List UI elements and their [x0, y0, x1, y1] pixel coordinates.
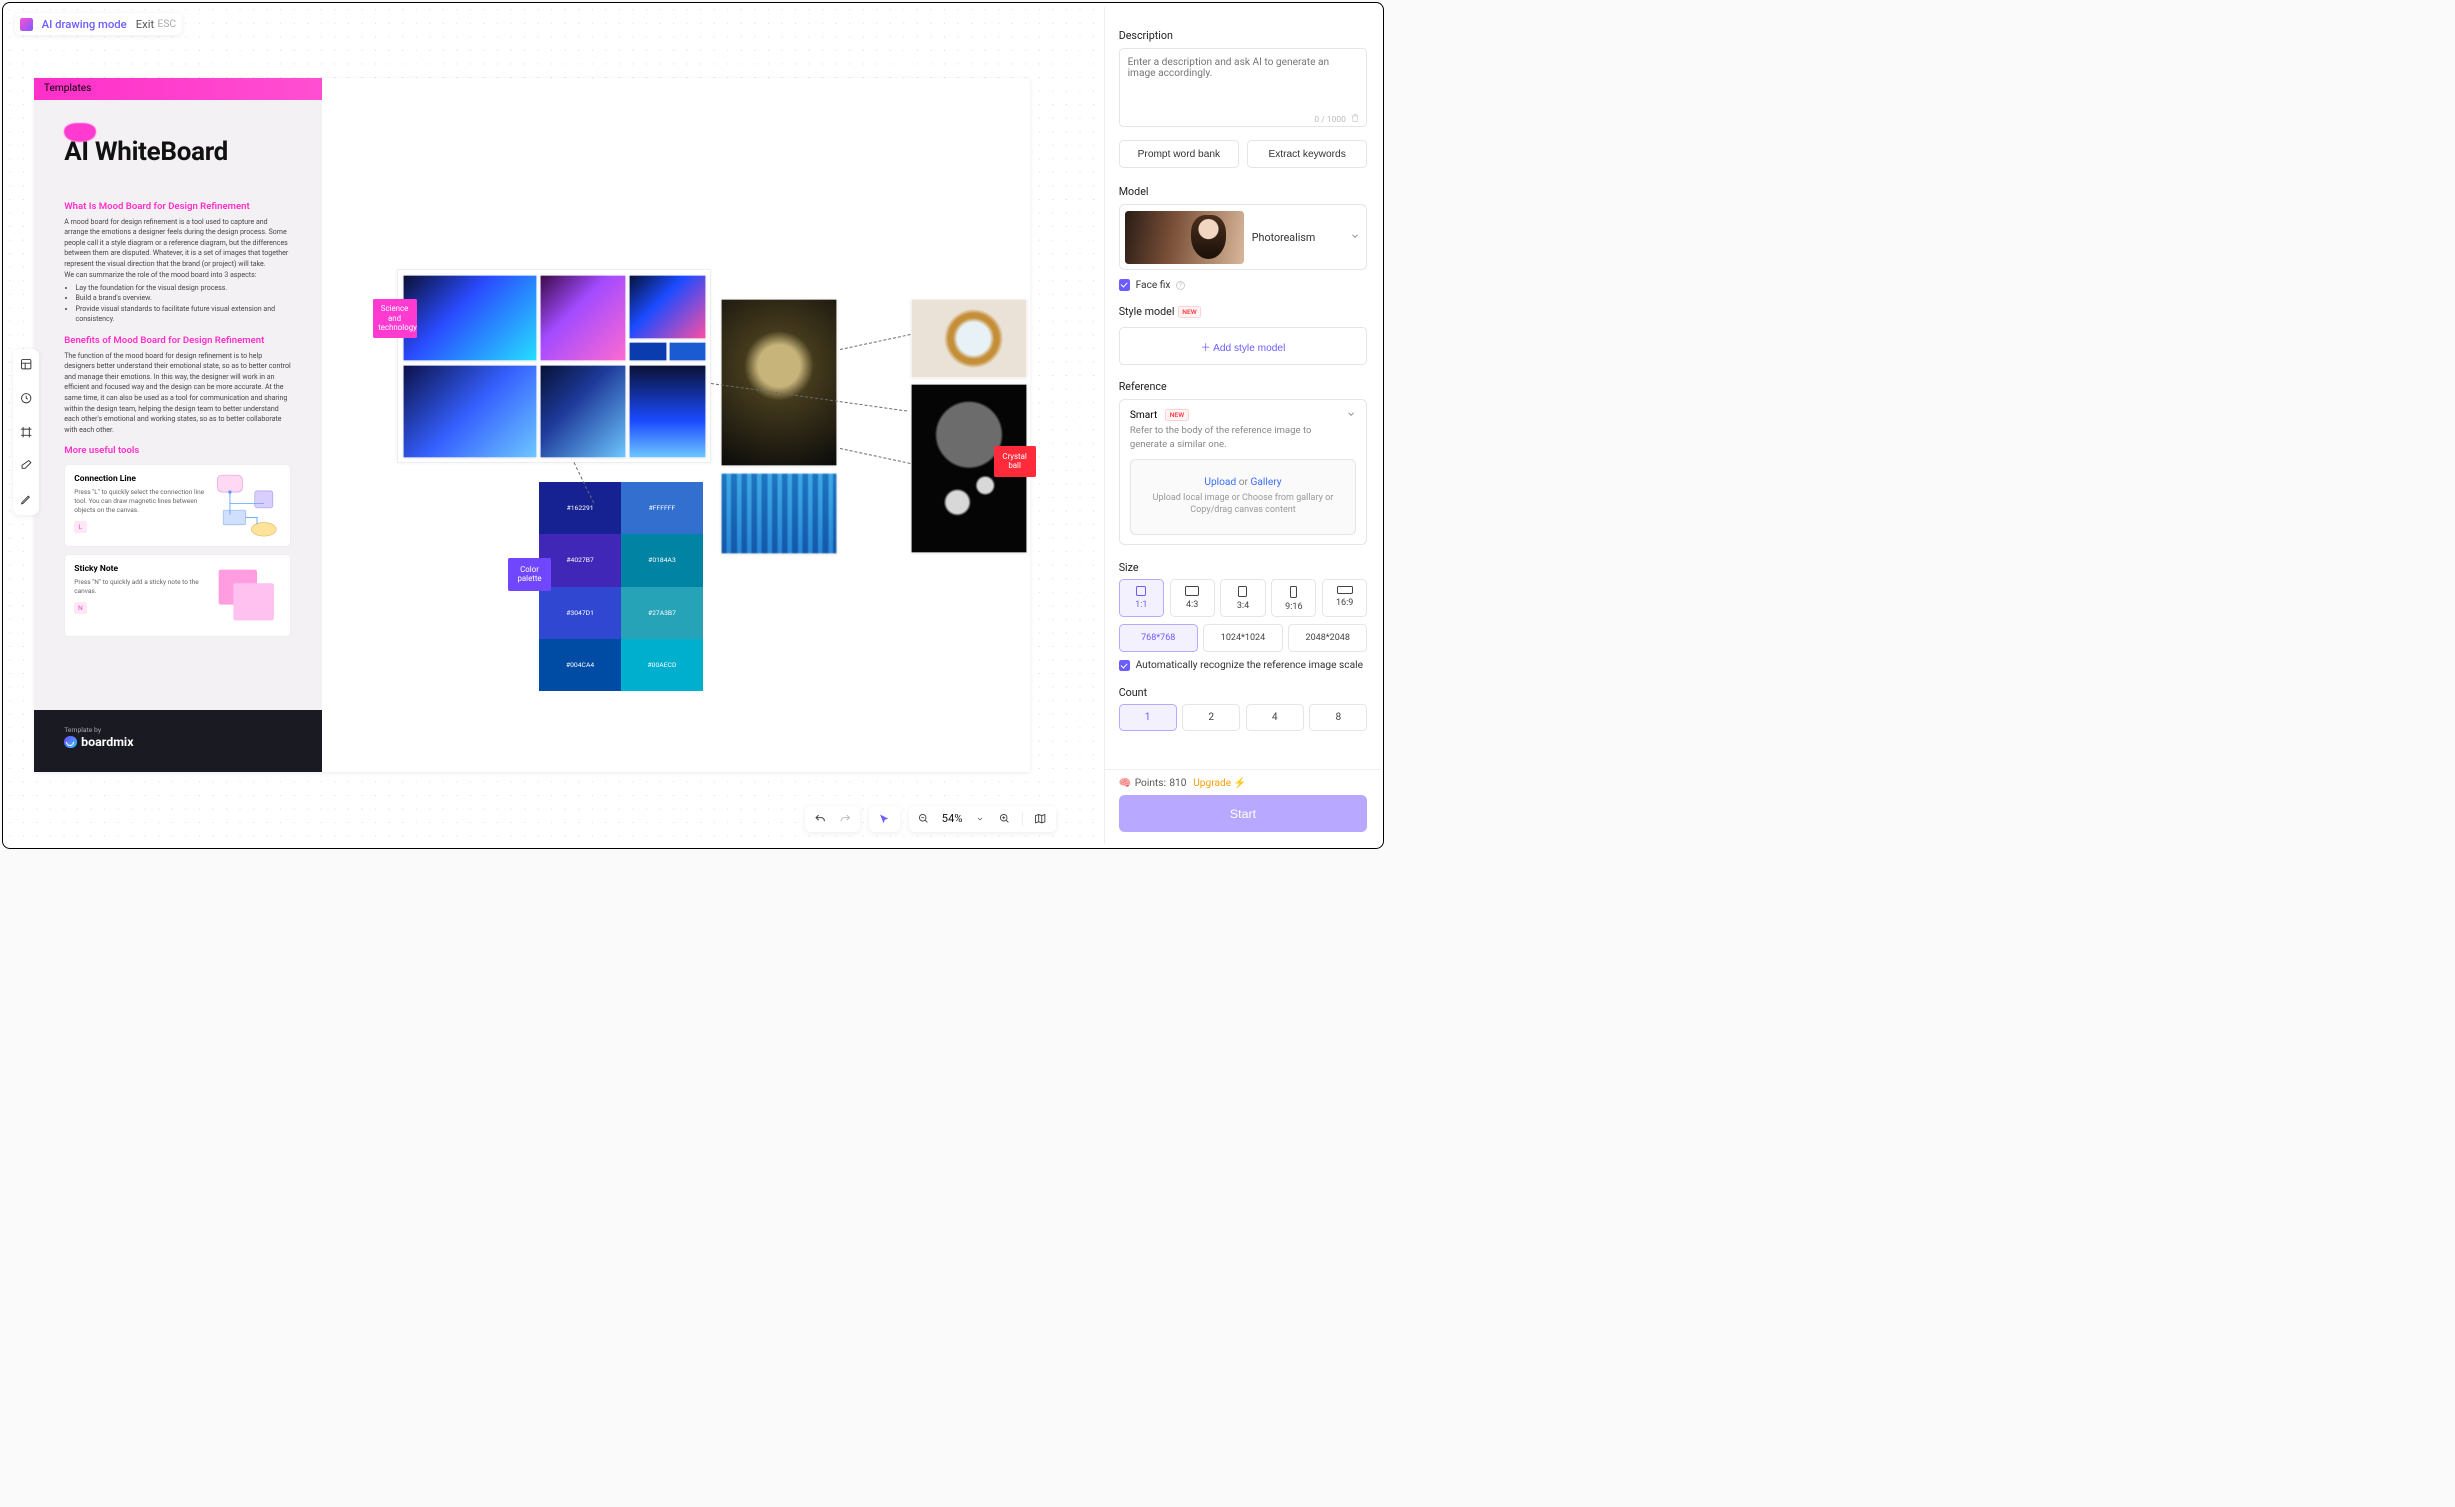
swatch[interactable]: #3047D1 [539, 587, 621, 639]
auto-scale-checkbox[interactable] [1119, 660, 1130, 671]
char-counter: 0 / 1000 [1314, 115, 1346, 125]
count-1[interactable]: 1 [1119, 704, 1177, 731]
pen-icon[interactable] [17, 490, 36, 509]
ratio-9-16[interactable]: 9:16 [1271, 579, 1316, 617]
color-palette[interactable]: #162291 #FFFFFF #4027B7 #0184A3 #3047D1 … [539, 482, 703, 691]
resolution-2048[interactable]: 2048*2048 [1288, 624, 1367, 652]
footer-by: Template by [64, 726, 291, 734]
auto-scale-label: Automatically recognize the reference im… [1136, 660, 1363, 671]
upgrade-link[interactable]: Upgrade ⚡ [1193, 778, 1246, 789]
info-icon[interactable]: ? [1176, 281, 1185, 290]
upload-hint: Upload local image or Choose from gallar… [1141, 492, 1345, 517]
points-label: Points: [1135, 778, 1166, 789]
tag-crystal-ball[interactable]: Crystal ball [994, 446, 1036, 477]
swatch[interactable]: #00AECD [621, 639, 703, 691]
esc-key-hint: ESC [158, 19, 176, 30]
chevron-down-icon[interactable] [1346, 409, 1356, 422]
key-hint: N [74, 602, 86, 614]
swatch[interactable]: #162291 [539, 482, 621, 534]
start-button[interactable]: Start [1119, 795, 1368, 832]
ratio-4-3[interactable]: 4:3 [1170, 579, 1215, 617]
undo-icon[interactable] [813, 812, 828, 827]
new-badge: NEW [1165, 409, 1188, 421]
points-value: 810 [1169, 778, 1186, 789]
redo-icon[interactable] [838, 812, 853, 827]
ratio-3-4[interactable]: 3:4 [1220, 579, 1265, 617]
model-thumbnail [1125, 211, 1244, 264]
body-text: The function of the mood board for desig… [64, 351, 291, 436]
body-text: A mood board for design refinement is a … [64, 217, 291, 325]
swatch[interactable]: #0184A3 [621, 534, 703, 586]
swatch[interactable]: #004CA4 [539, 639, 621, 691]
prompt-word-bank-button[interactable]: Prompt word bank [1119, 140, 1239, 169]
chevron-down-icon[interactable] [973, 812, 988, 827]
style-model-title: Style model [1119, 305, 1175, 318]
map-icon[interactable] [1033, 812, 1048, 827]
trash-icon[interactable] [1350, 113, 1360, 126]
eraser-icon[interactable] [17, 456, 36, 475]
ratio-16-9[interactable]: 16:9 [1322, 579, 1367, 617]
ratio-1-1[interactable]: 1:1 [1119, 579, 1164, 617]
face-fix-checkbox[interactable] [1119, 279, 1130, 290]
face-fix-label: Face fix [1136, 280, 1171, 291]
zoom-out-icon[interactable] [917, 812, 932, 827]
extract-keywords-button[interactable]: Extract keywords [1247, 140, 1367, 169]
ai-settings-panel: Description 0 / 1000 Prompt word bank Ex… [1104, 7, 1381, 845]
tool-card-connection-line: Connection Line Press "L" to quickly sel… [64, 464, 291, 546]
templates-tab[interactable]: Templates [34, 78, 322, 100]
model-title: Model [1119, 185, 1368, 198]
zoom-level[interactable]: 54% [942, 812, 963, 825]
footer-brand: boardmix [81, 735, 133, 750]
boardmix-logo-icon [64, 736, 76, 748]
count-4[interactable]: 4 [1246, 704, 1304, 731]
history-icon[interactable] [17, 388, 36, 407]
zoom-in-icon[interactable] [998, 812, 1013, 827]
size-title: Size [1119, 561, 1368, 574]
reference-upload-zone[interactable]: Upload or Gallery Upload local image or … [1130, 459, 1356, 535]
cursor-icon[interactable] [877, 812, 892, 827]
canvas[interactable]: Templates AI WhiteBoard What Is Mood Boa… [34, 78, 1031, 773]
page-title: AI WhiteBoard [64, 137, 291, 167]
swatch[interactable]: #27A3B7 [621, 587, 703, 639]
smart-mode[interactable]: Smart [1130, 410, 1157, 421]
resolution-1024[interactable]: 1024*1024 [1203, 624, 1282, 652]
key-hint: L [74, 521, 86, 533]
tag-color-palette[interactable]: Color palette [508, 558, 551, 591]
model-selector[interactable]: Photorealism [1119, 204, 1368, 270]
templates-icon[interactable] [17, 354, 36, 373]
ai-logo-icon [20, 18, 32, 30]
ai-mode-toolbar: AI drawing mode Exit ESC [15, 13, 182, 35]
section-heading: Benefits of Mood Board for Design Refine… [64, 335, 291, 346]
resolution-768[interactable]: 768*768 [1119, 624, 1198, 652]
exit-button[interactable]: Exit ESC [136, 18, 176, 31]
tool-rail [13, 349, 39, 515]
smart-description: Refer to the body of the reference image… [1130, 424, 1333, 452]
ai-mode-label[interactable]: AI drawing mode [42, 18, 127, 31]
count-title: Count [1119, 686, 1368, 699]
tool-card-sticky-note: Sticky Note Press "N" to quickly add a s… [64, 554, 291, 636]
reference-title: Reference [1119, 380, 1368, 393]
description-title: Description [1119, 29, 1368, 42]
image-grid[interactable] [397, 269, 711, 463]
chevron-down-icon [1350, 231, 1360, 244]
model-name: Photorealism [1252, 231, 1343, 244]
add-style-model-button[interactable]: ＋ Add style model [1119, 327, 1368, 364]
upload-link[interactable]: Upload [1204, 477, 1236, 488]
count-8[interactable]: 8 [1309, 704, 1367, 731]
bottom-controls: 54% [805, 806, 1056, 832]
gallery-link[interactable]: Gallery [1250, 477, 1281, 488]
swatch[interactable]: #FFFFFF [621, 482, 703, 534]
tag-science-tech[interactable]: Science and technology [373, 299, 417, 338]
section-heading: What Is Mood Board for Design Refinement [64, 201, 291, 212]
new-badge: NEW [1178, 306, 1201, 318]
brain-icon: 🧠 [1119, 778, 1132, 789]
template-panel: Templates AI WhiteBoard What Is Mood Boa… [34, 78, 322, 773]
swatch[interactable]: #4027B7 [539, 534, 621, 586]
section-heading: More useful tools [64, 445, 291, 456]
count-2[interactable]: 2 [1182, 704, 1240, 731]
frame-icon[interactable] [17, 422, 36, 441]
